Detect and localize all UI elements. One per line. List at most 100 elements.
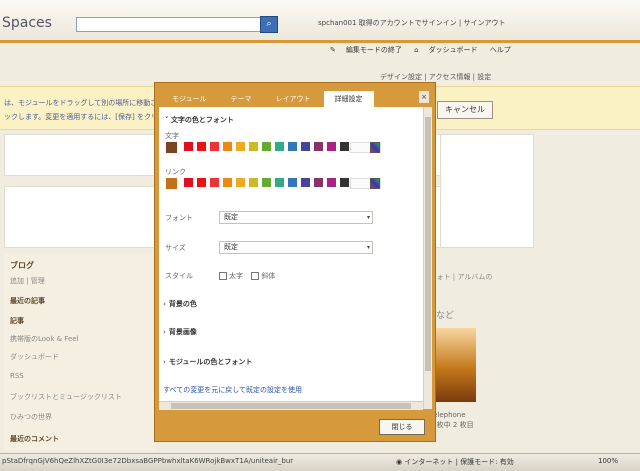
home-icon: ⌂ (414, 46, 419, 54)
color-swatch[interactable] (286, 177, 298, 188)
sidebar-item[interactable]: ブックリストとミュージックリスト (10, 392, 122, 402)
color-swatch[interactable] (338, 177, 350, 188)
color-swatch[interactable] (208, 141, 220, 152)
module-colors-label: モジュールの色とフォント (168, 358, 253, 366)
sidebar-post-heading: 記事 (10, 317, 24, 325)
tab-modules[interactable]: モジュール (161, 91, 218, 107)
status-zone-text: インターネット | 保護モード: 有効 (404, 458, 514, 466)
link-color-palette (165, 177, 352, 190)
color-swatch[interactable] (273, 177, 285, 188)
user-line[interactable]: spchan001 取得のアカウントでサインイン | サインアウト (318, 18, 506, 28)
tab-theme[interactable]: テーマ (220, 91, 263, 107)
color-swatch[interactable] (182, 177, 194, 188)
color-swatch[interactable] (312, 141, 324, 152)
module-colors-expander[interactable]: › モジュールの色とフォント (163, 357, 252, 367)
text-color-section-title[interactable]: ˅ 文字の色とフォント (165, 115, 234, 125)
color-swatch[interactable] (195, 141, 207, 152)
color-swatch[interactable] (338, 141, 350, 152)
sidebar-blog-heading: ブログ (10, 261, 34, 270)
color-swatch[interactable] (260, 177, 272, 188)
sidebar-item[interactable]: 携帯版のLook & Feel (10, 334, 79, 344)
spaces-logo[interactable]: Spaces (2, 15, 52, 31)
hscroll-thumb[interactable] (171, 403, 411, 409)
text-color-picker-icon[interactable] (370, 142, 380, 153)
chevron-down-icon: ▾ (366, 244, 370, 251)
photo-title: Telephone (430, 411, 466, 419)
link-color-picker-icon[interactable] (370, 178, 380, 189)
font-select-value: 既定 (224, 213, 238, 221)
dialog-tabs: モジュール テーマ レイアウト 詳細設定 (161, 91, 376, 107)
zoom-level[interactable]: 100% (598, 457, 618, 465)
status-zone: ◉ インターネット | 保護モード: 有効 (396, 457, 514, 467)
sidebar-item[interactable]: ひみつの世界 (10, 412, 52, 422)
link-current-swatch[interactable] (165, 177, 178, 190)
color-swatch[interactable] (260, 141, 272, 152)
banner-text: は、モジュールをドラッグして別の場所に移動させ ックします。変更を適用するには、… (4, 96, 165, 124)
tab-advanced[interactable]: 詳細設定 (323, 91, 374, 107)
close-icon[interactable]: × (419, 91, 429, 103)
sidebar-recent-heading: 最近の記事 (10, 297, 45, 305)
color-swatch[interactable] (286, 141, 298, 152)
bg-color-expander[interactable]: › 背景の色 (163, 299, 197, 309)
bg-color-label: 背景の色 (168, 300, 197, 308)
color-swatch[interactable] (247, 141, 259, 152)
close-button[interactable]: 閉じる (379, 419, 425, 435)
edit-end-link[interactable]: 編集モードの終了 (346, 46, 402, 54)
color-swatch[interactable] (299, 141, 311, 152)
color-swatch[interactable] (325, 141, 337, 152)
size-select[interactable]: 既定 ▾ (219, 241, 373, 254)
banner-line-1: は、モジュールをドラッグして別の場所に移動させ (4, 99, 165, 107)
help-link[interactable]: ヘルプ (490, 46, 511, 54)
reset-link[interactable]: すべての変更を元に戻して既定の設定を使用 (163, 385, 302, 395)
sidebar-item[interactable]: RSS (10, 372, 24, 380)
tab-layout[interactable]: レイアウト (265, 91, 322, 107)
edit-toolbar: ✎ 編集モードの終了 ⌂ ダッシュボード ヘルプ (330, 45, 521, 55)
color-swatch[interactable] (325, 177, 337, 188)
photo-caption: Telephone 1 枚中 2 枚目 (430, 410, 474, 430)
size-select-value: 既定 (224, 243, 238, 251)
color-swatch[interactable] (247, 177, 259, 188)
color-swatch[interactable] (195, 177, 207, 188)
search-icon[interactable]: ⌕ (260, 16, 278, 33)
style-options: 太字 斜体 (213, 271, 275, 281)
module-panel (440, 134, 534, 248)
italic-checkbox[interactable] (251, 272, 260, 280)
text-color-label: 文字 (165, 132, 179, 140)
color-swatch[interactable] (208, 177, 220, 188)
sidebar-item[interactable]: ダッシュボード (10, 352, 59, 362)
color-swatch[interactable] (234, 141, 246, 152)
color-swatch[interactable] (312, 177, 324, 188)
horizontal-scrollbar[interactable] (159, 401, 423, 410)
style-label: スタイル (165, 272, 193, 280)
bold-checkbox[interactable] (219, 272, 227, 280)
color-swatch[interactable] (221, 177, 233, 188)
photo-heading: など (436, 311, 455, 321)
sidebar: ブログ 追加 | 管理 最近の記事 記事 携帯版のLook & Feel ダッシ… (4, 254, 154, 450)
banner-line-2: ックします。変更を適用するには、[保存] をクリッ (4, 113, 165, 121)
customize-dialog: モジュール テーマ レイアウト 詳細設定 × ˅ 文字の色とフォント 文字 リンク フ… (154, 82, 436, 442)
color-swatch[interactable] (182, 141, 194, 152)
status-url: pStaDfrqnGjV6hQeZlhXZtG0I3e72DbxsaBGPPbw… (2, 457, 294, 465)
search-input[interactable] (76, 17, 262, 32)
design-links[interactable]: デザイン設定 | アクセス情報 | 設定 (380, 72, 491, 82)
vertical-scrollbar[interactable] (423, 107, 432, 409)
italic-label: 斜体 (261, 272, 276, 280)
pencil-icon: ✎ (330, 46, 336, 54)
link-color-label: リンク (165, 168, 186, 176)
dialog-body: ˅ 文字の色とフォント 文字 リンク フォント 既定 ▾ サイズ 既定 ▾ スタイル… (159, 107, 423, 409)
font-select[interactable]: 既定 ▾ (219, 211, 373, 224)
accent-strip (0, 40, 640, 43)
sidebar-comments-heading: 最近のコメント (10, 435, 59, 443)
color-swatch[interactable] (299, 177, 311, 188)
dashboard-link[interactable]: ダッシュボード (429, 46, 478, 54)
text-current-swatch[interactable] (165, 141, 178, 154)
color-swatch[interactable] (234, 177, 246, 188)
bg-image-expander[interactable]: › 背景画像 (163, 327, 197, 337)
bg-image-label: 背景画像 (168, 328, 197, 336)
text-color-section-label: 文字の色とフォント (170, 116, 234, 124)
sidebar-blog-links[interactable]: 追加 | 管理 (10, 276, 45, 286)
color-swatch[interactable] (221, 141, 233, 152)
color-swatch[interactable] (273, 141, 285, 152)
cancel-button[interactable]: キャンセル (437, 101, 493, 119)
scroll-thumb[interactable] (425, 117, 431, 371)
